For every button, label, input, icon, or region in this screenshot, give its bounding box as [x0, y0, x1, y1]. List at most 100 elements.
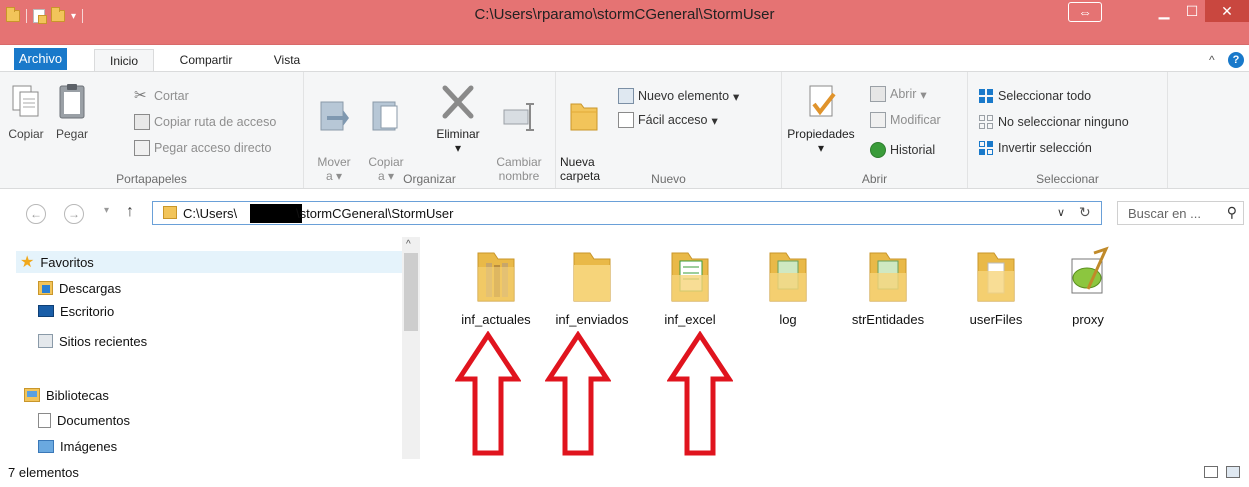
- paste-shortcut-button[interactable]: Pegar acceso directo: [134, 138, 271, 158]
- history-label: Historial: [890, 143, 936, 157]
- help-icon[interactable]: ?: [1228, 52, 1244, 68]
- file-item[interactable]: userFiles: [951, 245, 1041, 328]
- file-item[interactable]: strEntidades: [843, 245, 933, 328]
- search-placeholder: Buscar en ...: [1128, 206, 1201, 221]
- nav-desktop[interactable]: Escritorio: [38, 300, 114, 322]
- redacted-username: [250, 204, 302, 223]
- folder-icon: [977, 252, 1015, 302]
- nav-images[interactable]: Imágenes: [38, 435, 117, 457]
- file-item[interactable]: proxy: [1043, 245, 1133, 328]
- up-button[interactable]: ↑: [126, 203, 134, 221]
- properties-button[interactable]: Propiedades ▾: [778, 82, 864, 155]
- file-name: log: [779, 312, 797, 327]
- large-icons-view-icon[interactable]: [1226, 466, 1240, 478]
- address-bar[interactable]: C:\Users\ \stormCGeneral\StormUser ∨ ↻: [152, 201, 1102, 225]
- forward-button[interactable]: →: [64, 204, 84, 224]
- file-name: inf_excel: [664, 312, 716, 327]
- search-box[interactable]: Buscar en ... ⚲: [1117, 201, 1244, 225]
- file-item[interactable]: inf_actuales: [451, 245, 541, 328]
- copy-button[interactable]: Copiar: [4, 82, 48, 141]
- scroll-up-icon[interactable]: ^: [406, 239, 411, 250]
- select-none-button[interactable]: No seleccionar ninguno: [978, 112, 1129, 132]
- collapse-ribbon-icon[interactable]: ^: [1209, 53, 1215, 67]
- group-select: Seleccionar todo No seleccionar ninguno …: [968, 72, 1168, 188]
- annotation-arrow-up: [545, 331, 611, 456]
- folder-icon: [477, 252, 515, 302]
- paste-button[interactable]: Pegar: [50, 82, 94, 141]
- history-button[interactable]: Historial: [870, 140, 935, 160]
- file-list: inf_actuales inf_enviados inf_excel log: [421, 237, 1249, 459]
- nav-desktop-label: Escritorio: [60, 303, 115, 319]
- group-label: Abrir: [861, 172, 888, 186]
- recent-places-icon: [38, 334, 53, 348]
- copy-path-label: Copiar ruta de acceso: [154, 115, 277, 129]
- tab-view[interactable]: Vista: [262, 49, 312, 72]
- nav-recent[interactable]: Sitios recientes: [38, 330, 147, 352]
- scroll-thumb[interactable]: [404, 253, 418, 331]
- copy-to-button[interactable]: Copiar a ▾: [364, 82, 408, 183]
- group-organize: Mover a ▾ Copiar a ▾ Eliminar ▾ Cambiar n…: [304, 72, 556, 188]
- rename-button[interactable]: Cambiar nombre: [490, 82, 548, 183]
- address-row: ← → ▾ ↑ C:\Users\ \stormCGeneral\StormUs…: [0, 189, 1249, 237]
- nav-downloads[interactable]: Descargas: [38, 277, 121, 299]
- minimize-button[interactable]: ▁: [1150, 0, 1178, 22]
- nav-images-label: Imágenes: [60, 438, 118, 454]
- open-icon: [870, 86, 886, 102]
- nav-scrollbar[interactable]: ^: [402, 237, 420, 459]
- select-all-icon: [979, 89, 993, 103]
- tab-share[interactable]: Compartir: [166, 49, 246, 72]
- tab-file[interactable]: Archivo: [14, 48, 67, 70]
- resize-icon[interactable]: ⇔: [1068, 2, 1102, 22]
- window-title: C:\Users\rparamo\stormCGeneral\StormUser: [474, 6, 775, 23]
- invert-selection-label: Invertir selección: [998, 141, 1092, 155]
- folder-icon: [769, 252, 807, 302]
- rename-icon: [503, 103, 534, 131]
- clipboard-icon: [59, 84, 85, 119]
- details-view-icon[interactable]: [1204, 466, 1218, 478]
- move-to-icon: [320, 101, 349, 131]
- cut-button[interactable]: ✂ Cortar: [134, 86, 189, 106]
- scissors-icon: ✂: [134, 87, 147, 104]
- nav-documents[interactable]: Documentos: [38, 409, 130, 431]
- copy-icon: [12, 85, 39, 117]
- nav-libraries[interactable]: Bibliotecas: [24, 384, 109, 406]
- easy-access-label: Fácil acceso: [638, 113, 708, 127]
- easy-access-button[interactable]: Fácil acceso ▾: [618, 110, 718, 130]
- move-to-button[interactable]: Mover a ▾: [312, 82, 356, 183]
- folder-icon: [163, 206, 177, 219]
- ribbon: Copiar Pegar ✂ Cortar Copiar ruta de acc…: [0, 71, 1249, 189]
- file-item[interactable]: log: [743, 245, 833, 328]
- close-button[interactable]: ✕: [1205, 0, 1249, 22]
- file-item[interactable]: inf_excel: [645, 245, 735, 328]
- open-button[interactable]: Abrir ▾: [870, 84, 927, 104]
- select-all-label: Seleccionar todo: [998, 89, 1092, 103]
- back-button[interactable]: ←: [26, 204, 46, 224]
- folder-icon: [573, 252, 611, 302]
- edit-button[interactable]: Modificar: [870, 110, 941, 130]
- tab-home[interactable]: Inicio: [94, 49, 154, 72]
- address-history-icon[interactable]: ∨: [1057, 206, 1065, 219]
- invert-selection-button[interactable]: Invertir selección: [978, 138, 1092, 158]
- group-open: Propiedades ▾ Abrir ▾ Modificar Historial…: [782, 72, 968, 188]
- nav-downloads-label: Descargas: [59, 280, 122, 296]
- search-icon: ⚲: [1226, 204, 1237, 220]
- refresh-icon[interactable]: ↻: [1079, 204, 1091, 221]
- new-item-button[interactable]: Nuevo elemento ▾: [618, 86, 739, 106]
- status-bar: 7 elementos: [0, 459, 1249, 487]
- title-bar: ▾ C:\Users\rparamo\stormCGeneral\StormUs…: [0, 0, 1249, 45]
- delete-x-icon: [442, 85, 474, 119]
- maximize-button[interactable]: ☐: [1178, 0, 1206, 22]
- delete-button[interactable]: Eliminar ▾: [428, 82, 488, 155]
- recent-locations-icon[interactable]: ▾: [104, 205, 109, 216]
- copy-to-icon: [372, 101, 398, 131]
- open-label: Abrir: [890, 87, 917, 101]
- file-name: inf_actuales: [461, 312, 531, 327]
- folder-icon: [869, 252, 907, 302]
- select-all-button[interactable]: Seleccionar todo: [978, 86, 1091, 106]
- file-name: strEntidades: [851, 312, 925, 327]
- file-item[interactable]: inf_enviados: [547, 245, 637, 328]
- new-folder-button[interactable]: Nueva carpeta: [560, 82, 608, 183]
- nav-favorites[interactable]: ★ Favoritos: [16, 251, 402, 273]
- file-name: userFiles: [969, 312, 1023, 327]
- copy-path-button[interactable]: Copiar ruta de acceso: [134, 112, 276, 132]
